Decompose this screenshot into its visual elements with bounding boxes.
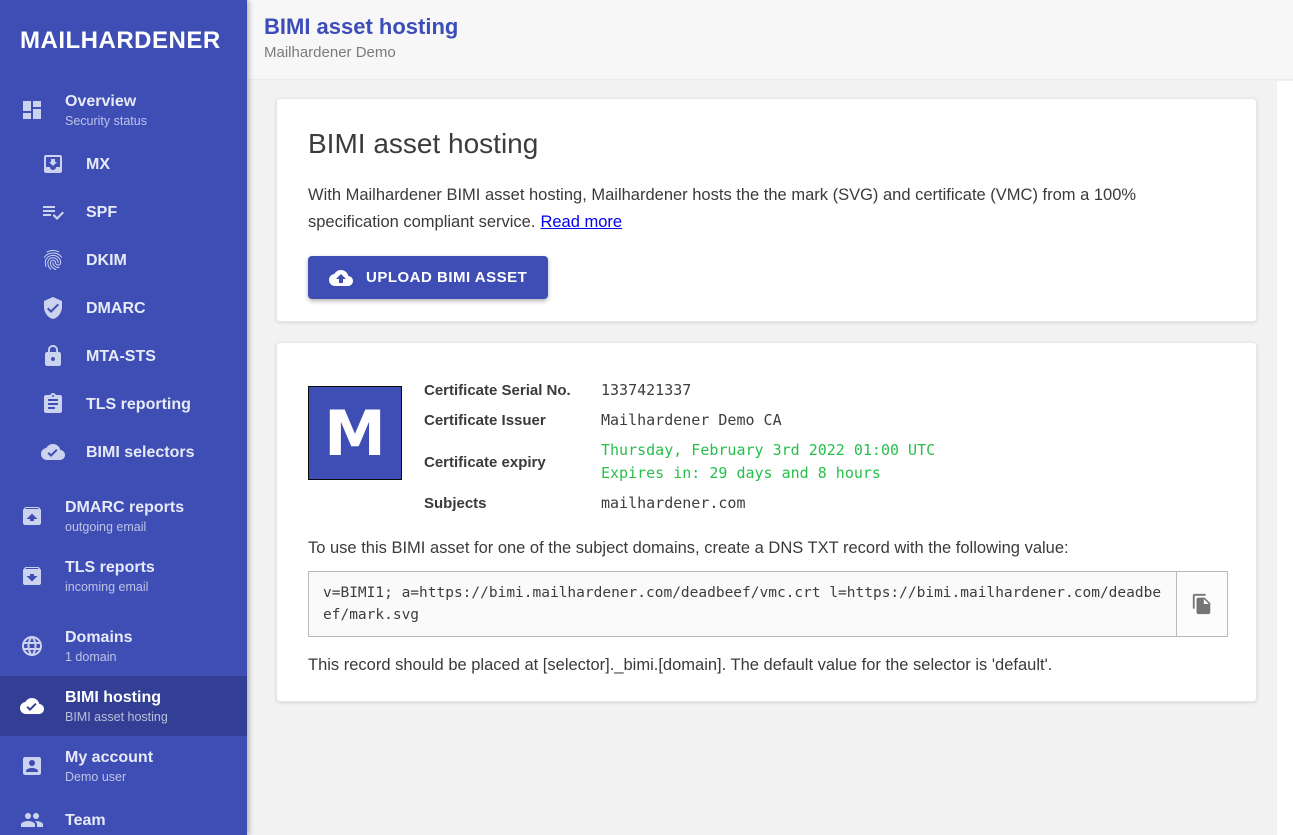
sidebar-item-label: MX (86, 155, 110, 174)
cloud-upload-icon (329, 266, 353, 290)
intro-text-body: With Mailhardener BIMI asset hosting, Ma… (308, 186, 1136, 231)
brand-logo: MAILHARDENER (0, 0, 247, 80)
subjects-value: mailhardener.com (601, 492, 935, 515)
subjects-label: Subjects (424, 495, 601, 512)
sidebar-item-tls-reporting[interactable]: TLS reporting (0, 380, 247, 428)
certificate-summary: M Certificate Serial No. 1337421337 Cert… (308, 379, 1225, 515)
sidebar-nav: Overview Security status MX SPF DKIM (0, 80, 247, 835)
cloud-check-icon (41, 440, 65, 464)
page-title: BIMI asset hosting (264, 13, 1293, 40)
unarchive-icon (20, 504, 44, 528)
sidebar-item-sublabel: Security status (65, 114, 147, 128)
sidebar-item-sublabel: 1 domain (65, 650, 133, 664)
sidebar-item-label: DKIM (86, 251, 127, 270)
account-box-icon (20, 754, 44, 778)
sidebar-item-sublabel: outgoing email (65, 520, 184, 534)
sidebar-item-bimi-hosting[interactable]: BIMI hosting BIMI asset hosting (0, 676, 247, 736)
read-more-link[interactable]: Read more (540, 213, 622, 231)
copy-button[interactable] (1177, 571, 1228, 637)
sidebar-item-label: TLS reporting (86, 395, 191, 414)
dns-record-value: v=BIMI1; a=https://bimi.mailhardener.com… (308, 571, 1177, 637)
inbox-download-icon (41, 152, 65, 176)
sidebar-item-sublabel: BIMI asset hosting (65, 710, 168, 724)
lock-icon (41, 344, 65, 368)
playlist-check-icon (41, 200, 65, 224)
expiry-countdown: Expires in: 29 days and 8 hours (601, 462, 935, 485)
people-icon (20, 808, 44, 832)
intro-card: BIMI asset hosting With Mailhardener BIM… (276, 98, 1257, 322)
intro-text: With Mailhardener BIMI asset hosting, Ma… (308, 182, 1218, 236)
sidebar-item-label: Team (65, 811, 106, 830)
sidebar-item-overview[interactable]: Overview Security status (0, 80, 247, 140)
archive-icon (20, 564, 44, 588)
certificate-card: M Certificate Serial No. 1337421337 Cert… (276, 342, 1257, 702)
dns-record-block: v=BIMI1; a=https://bimi.mailhardener.com… (308, 571, 1228, 637)
dns-instruction-text: To use this BIMI asset for one of the su… (308, 539, 1225, 558)
sidebar-item-spf[interactable]: SPF (0, 188, 247, 236)
main-area: BIMI asset hosting Mailhardener Demo BIM… (247, 0, 1293, 835)
sidebar-item-label: BIMI hosting (65, 688, 168, 707)
sidebar-item-label: DMARC (86, 299, 146, 318)
sidebar-item-label: Domains (65, 628, 133, 647)
card-heading: BIMI asset hosting (308, 128, 1225, 160)
sidebar-item-label: SPF (86, 203, 117, 222)
sidebar-item-tls-reports[interactable]: TLS reports incoming email (0, 546, 247, 606)
sidebar-item-label: TLS reports (65, 558, 155, 577)
sidebar-item-my-account[interactable]: My account Demo user (0, 736, 247, 796)
sidebar-item-dmarc[interactable]: DMARC (0, 284, 247, 332)
sidebar-item-label: DMARC reports (65, 498, 184, 517)
sidebar-item-dmarc-reports[interactable]: DMARC reports outgoing email (0, 486, 247, 546)
sidebar-item-label: Overview (65, 92, 147, 111)
issuer-label: Certificate Issuer (424, 412, 601, 429)
sidebar-item-sublabel: Demo user (65, 770, 153, 784)
page-header: BIMI asset hosting Mailhardener Demo (247, 0, 1293, 80)
sidebar-item-bimi-selectors[interactable]: BIMI selectors (0, 428, 247, 476)
serial-value: 1337421337 (601, 379, 935, 402)
serial-label: Certificate Serial No. (424, 382, 601, 399)
sidebar: MAILHARDENER Overview Security status MX… (0, 0, 247, 835)
dashboard-icon (20, 98, 44, 122)
sidebar-item-team[interactable]: Team (0, 796, 247, 835)
upload-button-label: UPLOAD BIMI ASSET (366, 269, 527, 286)
issuer-value: Mailhardener Demo CA (601, 409, 935, 432)
clipboard-icon (41, 392, 65, 416)
sidebar-item-domains[interactable]: Domains 1 domain (0, 616, 247, 676)
expiry-label: Certificate expiry (424, 454, 601, 471)
cloud-check-icon (20, 694, 44, 718)
expiry-date: Thursday, February 3rd 2022 01:00 UTC (601, 439, 935, 462)
fingerprint-icon (41, 248, 65, 272)
shield-check-icon (41, 296, 65, 320)
certificate-fields: Certificate Serial No. 1337421337 Certif… (424, 379, 935, 515)
sidebar-item-mta-sts[interactable]: MTA-STS (0, 332, 247, 380)
content-area: BIMI asset hosting With Mailhardener BIM… (247, 80, 1293, 742)
sidebar-item-dkim[interactable]: DKIM (0, 236, 247, 284)
sidebar-item-sublabel: incoming email (65, 580, 155, 594)
upload-bimi-asset-button[interactable]: UPLOAD BIMI ASSET (308, 256, 548, 299)
sidebar-item-label: MTA-STS (86, 347, 156, 366)
sidebar-item-mx[interactable]: MX (0, 140, 247, 188)
scrollbar[interactable] (1277, 81, 1293, 835)
sidebar-item-label: BIMI selectors (86, 443, 194, 462)
page-subtitle: Mailhardener Demo (264, 44, 1293, 61)
globe-icon (20, 634, 44, 658)
sidebar-item-label: My account (65, 748, 153, 767)
expiry-value: Thursday, February 3rd 2022 01:00 UTC Ex… (601, 439, 935, 485)
bimi-mark-logo: M (308, 386, 402, 480)
copy-icon (1191, 593, 1213, 615)
selector-note-text: This record should be placed at [selecto… (308, 656, 1225, 675)
